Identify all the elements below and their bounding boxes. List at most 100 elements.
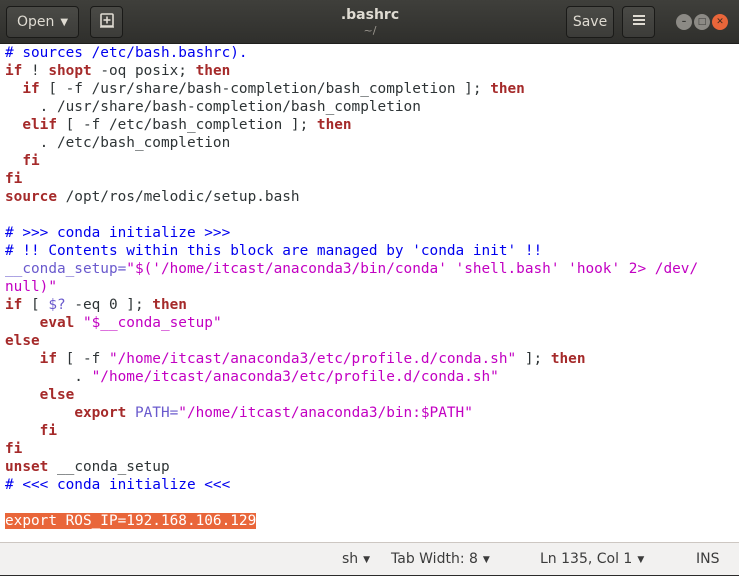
code-line: fi <box>3 422 736 440</box>
code-line: eval "$__conda_setup" <box>3 314 736 332</box>
code-line: __conda_setup="$('/home/itcast/anaconda3… <box>3 260 736 278</box>
code-token: if <box>5 297 23 313</box>
code-token: # <<< conda initialize <<< <box>5 477 231 493</box>
code-token: . <box>5 369 92 385</box>
code-line: elif [ -f /etc/bash_completion ]; then <box>3 116 736 134</box>
code-token: "$__conda_setup" <box>82 315 222 331</box>
code-token: then <box>316 117 352 133</box>
code-line: # !! Contents within this block are mana… <box>3 242 736 260</box>
code-line: export PATH="/home/itcast/anaconda3/bin:… <box>3 404 736 422</box>
code-line: fi <box>3 170 736 188</box>
code-token: fi <box>5 441 23 457</box>
code-token: fi <box>39 423 57 439</box>
code-line: # >>> conda initialize >>> <box>3 224 736 242</box>
chevron-down-icon: ▼ <box>363 555 371 565</box>
code-line: # sources /etc/bash.bashrc). <box>3 44 736 62</box>
code-token: then <box>152 297 187 313</box>
code-line: export ROS_IP=192.168.106.129 <box>3 512 736 530</box>
hamburger-menu-button[interactable] <box>622 6 655 38</box>
code-token: ]; <box>516 351 551 367</box>
tab-width-label: Tab Width: 8 <box>391 551 478 567</box>
window-title-block: .bashrc ~/ <box>250 6 490 38</box>
code-token: if <box>22 81 40 97</box>
cursor-position-selector[interactable]: Ln 135, Col 1 ▼ <box>540 543 644 576</box>
code-token: "/home/itcast/anaconda3/bin:$PATH" <box>178 405 473 421</box>
code-token: __conda_setup <box>48 459 170 475</box>
gedit-window: Open ▼ .bashrc ~/ Save – □ ✕ # sources /… <box>0 0 739 575</box>
code-token: $? <box>48 297 66 313</box>
code-line: null)" <box>3 278 736 296</box>
code-line: else <box>3 386 736 404</box>
open-button-label: Open <box>16 14 55 30</box>
code-token: /opt/ros/melodic/setup.bash <box>56 189 300 205</box>
code-token: then <box>550 351 586 367</box>
code-token: "/home/itcast/anaconda3/etc/profile.d/co… <box>108 351 517 367</box>
code-token: then <box>195 63 231 79</box>
code-line: . "/home/itcast/anaconda3/etc/profile.d/… <box>3 368 736 386</box>
minimize-icon: – <box>681 17 687 27</box>
code-token: # sources /etc/bash.bashrc). <box>5 45 248 61</box>
code-line: source /opt/ros/melodic/setup.bash <box>3 188 736 206</box>
header-bar: Open ▼ .bashrc ~/ Save – □ ✕ <box>0 0 739 44</box>
code-line: if ! shopt -oq posix; then <box>3 62 736 80</box>
code-line: fi <box>3 440 736 458</box>
code-line: fi <box>3 152 736 170</box>
code-line: if [ $? -eq 0 ]; then <box>3 296 736 314</box>
text-editor-area[interactable]: # sources /etc/bash.bashrc). if ! shopt -… <box>3 44 736 542</box>
language-label: sh <box>342 551 359 567</box>
maximize-button[interactable]: □ <box>694 14 710 30</box>
close-button[interactable]: ✕ <box>712 14 728 30</box>
code-line: unset __conda_setup <box>3 458 736 476</box>
code-token: # >>> conda initialize >>> <box>5 225 231 241</box>
code-token: if <box>39 351 57 367</box>
code-token: fi <box>22 153 40 169</box>
selected-text: export ROS_IP=192.168.106.129 <box>5 513 257 529</box>
code-token: -eq 0 ]; <box>65 297 153 313</box>
code-token: [ -f /usr/share/bash-completion/bash_com… <box>39 81 491 97</box>
code-line: . /etc/bash_completion <box>3 134 736 152</box>
code-token: PATH= <box>134 405 179 421</box>
code-token: shopt <box>48 63 92 79</box>
code-token: source <box>5 189 57 205</box>
code-token: elif <box>22 117 57 133</box>
code-token: [ -f /etc/bash_completion ]; <box>56 117 317 133</box>
code-token: # !! Contents within this block are mana… <box>5 243 543 259</box>
tab-width-selector[interactable]: Tab Width: 8 ▼ <box>391 543 490 576</box>
code-token: -oq posix; <box>91 63 196 79</box>
code-token: eval <box>39 315 75 331</box>
cursor-position-label: Ln 135, Col 1 <box>540 551 633 567</box>
code-token: if <box>5 63 23 79</box>
code-line: else <box>3 332 736 350</box>
code-token: "/home/itcast/anaconda3/etc/profile.d/co… <box>91 369 499 385</box>
open-button[interactable]: Open ▼ <box>6 6 79 38</box>
code-token: ! <box>22 63 49 79</box>
code-token: export <box>74 405 127 421</box>
close-icon: ✕ <box>716 17 724 27</box>
code-line: if [ -f /usr/share/bash-completion/bash_… <box>3 80 736 98</box>
minimize-button[interactable]: – <box>676 14 692 30</box>
save-button[interactable]: Save <box>566 6 614 38</box>
code-token: . /etc/bash_completion <box>5 135 231 151</box>
code-token: fi <box>5 171 23 187</box>
code-token: unset <box>5 459 49 475</box>
language-selector[interactable]: sh ▼ <box>342 543 370 576</box>
window-title: .bashrc <box>340 7 400 23</box>
chevron-down-icon: ▼ <box>482 555 490 565</box>
code-line: . /usr/share/bash-completion/bash_comple… <box>3 98 736 116</box>
chevron-down-icon: ▼ <box>60 16 69 28</box>
code-token: __conda_setup= <box>5 261 127 277</box>
hamburger-menu-icon <box>632 13 646 31</box>
code-token: else <box>39 387 75 403</box>
new-document-button[interactable] <box>90 6 123 38</box>
